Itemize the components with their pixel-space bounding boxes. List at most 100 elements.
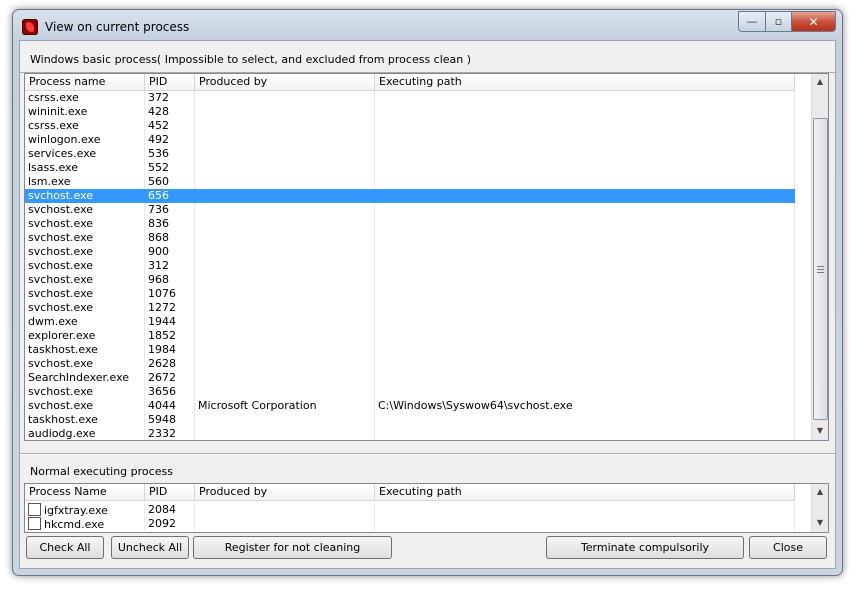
cell-pid: 736 <box>145 203 195 217</box>
column-header-process-name[interactable]: Process name <box>25 74 145 90</box>
cell-pid: 4044 <box>145 399 195 413</box>
cell-path <box>375 189 795 203</box>
cell-by <box>195 91 375 105</box>
cell-name: svchost.exe <box>25 245 145 259</box>
cell-pid: 1272 <box>145 301 195 315</box>
title-bar[interactable]: View on current process — ▫ ✕ <box>13 10 842 40</box>
process-row: SearchIndexer.exe 2672 <box>25 371 795 385</box>
column-header-executing-path[interactable]: Executing path <box>375 74 795 90</box>
close-button[interactable]: Close <box>749 536 827 559</box>
cell-path <box>375 147 795 161</box>
cell-path <box>375 357 795 371</box>
window-title: View on current process <box>45 20 190 34</box>
column-header-produced-by[interactable]: Produced by <box>195 74 375 90</box>
cell-name: hkcmd.exe <box>25 517 145 531</box>
cell-pid: 900 <box>145 245 195 259</box>
cell-name: svchost.exe <box>25 273 145 287</box>
row-checkbox[interactable] <box>28 517 41 530</box>
cell-pid: 560 <box>145 175 195 189</box>
cell-name: explorer.exe <box>25 329 145 343</box>
cell-pid: 1076 <box>145 287 195 301</box>
cell-name: svchost.exe <box>25 399 145 413</box>
row-checkbox[interactable] <box>28 503 41 516</box>
cell-name: svchost.exe <box>25 357 145 371</box>
process-row: services.exe 536 <box>25 147 795 161</box>
register-not-cleaning-button[interactable]: Register for not cleaning <box>193 536 392 559</box>
close-window-button[interactable]: ✕ <box>792 11 836 32</box>
cell-path: C:\Windows\Syswow64\svchost.exe <box>375 399 795 413</box>
process-row: svchost.exe 2628 <box>25 357 795 371</box>
cell-pid: 1984 <box>145 343 195 357</box>
process-row: svchost.exe 3656 <box>25 385 795 399</box>
cell-name: svchost.exe <box>25 287 145 301</box>
cell-pid: 5948 <box>145 413 195 427</box>
cell-pid: 968 <box>145 273 195 287</box>
normal-process-group-title: Normal executing process <box>20 457 835 481</box>
normal-process-list[interactable]: Process Name PID Produced by Executing p… <box>24 483 829 533</box>
check-all-button[interactable]: Check All <box>26 536 104 559</box>
column-header-produced-by[interactable]: Produced by <box>195 484 375 500</box>
cell-name: svchost.exe <box>25 231 145 245</box>
cell-by <box>195 147 375 161</box>
process-row: wininit.exe 428 <box>25 105 795 119</box>
cell-by <box>195 105 375 119</box>
cell-pid: 372 <box>145 91 195 105</box>
cell-by <box>195 385 375 399</box>
normal-process-row[interactable]: hkcmd.exe 2092 <box>25 517 795 531</box>
cell-by <box>195 245 375 259</box>
process-row: svchost.exe 1272 <box>25 301 795 315</box>
basic-process-group-title: Windows basic process( Impossible to sel… <box>20 46 835 73</box>
cell-by <box>195 427 375 440</box>
scroll-up-icon[interactable]: ▲ <box>812 74 828 90</box>
cell-name: svchost.exe <box>25 385 145 399</box>
minimize-button[interactable]: — <box>738 11 766 32</box>
process-row: svchost.exe 1076 <box>25 287 795 301</box>
caption-buttons: — ▫ ✕ <box>738 11 836 32</box>
cell-pid: 868 <box>145 231 195 245</box>
process-row: svchost.exe 312 <box>25 259 795 273</box>
cell-name: services.exe <box>25 147 145 161</box>
process-name-text: igfxtray.exe <box>44 504 108 517</box>
basic-list-header: Process name PID Produced by Executing p… <box>25 74 795 91</box>
cell-path <box>375 287 795 301</box>
close-icon: ✕ <box>808 14 819 29</box>
cell-path <box>375 203 795 217</box>
column-header-pid[interactable]: PID <box>145 74 195 90</box>
basic-process-list[interactable]: Process name PID Produced by Executing p… <box>24 73 829 441</box>
column-header-process-name[interactable]: Process Name <box>25 484 145 500</box>
cell-pid: 2332 <box>145 427 195 440</box>
cell-by <box>195 161 375 175</box>
process-row: svchost.exe 900 <box>25 245 795 259</box>
cell-by <box>195 217 375 231</box>
cell-pid: 452 <box>145 119 195 133</box>
normal-list-scrollbar[interactable]: ▲ ▼ <box>811 484 828 532</box>
process-row: csrss.exe 452 <box>25 119 795 133</box>
cell-name: svchost.exe <box>25 203 145 217</box>
scroll-up-icon[interactable]: ▲ <box>812 484 828 500</box>
basic-process-label: Windows basic process( Impossible to sel… <box>30 53 472 66</box>
process-row: lsass.exe 552 <box>25 161 795 175</box>
maximize-button[interactable]: ▫ <box>766 11 792 32</box>
scroll-down-icon[interactable]: ▼ <box>812 515 828 531</box>
cell-path <box>375 259 795 273</box>
cell-pid: 536 <box>145 147 195 161</box>
cell-name: igfxtray.exe <box>25 503 145 517</box>
cell-pid: 312 <box>145 259 195 273</box>
normal-process-row[interactable]: igfxtray.exe 2084 <box>25 503 795 517</box>
scroll-down-icon[interactable]: ▼ <box>812 423 828 439</box>
cell-name: svchost.exe <box>25 301 145 315</box>
basic-list-rows: csrss.exe 372 wininit.exe 428 csrss.exe 452 wi… <box>25 91 795 440</box>
uncheck-all-button[interactable]: Uncheck All <box>111 536 189 559</box>
process-row: lsm.exe 560 <box>25 175 795 189</box>
column-header-executing-path[interactable]: Executing path <box>375 484 795 500</box>
cell-by: Microsoft Corporation <box>195 399 375 413</box>
cell-by <box>195 259 375 273</box>
terminate-compulsorily-button[interactable]: Terminate compulsorily <box>546 536 744 559</box>
cell-pid: 492 <box>145 133 195 147</box>
scroll-thumb[interactable] <box>813 118 828 420</box>
column-header-pid[interactable]: PID <box>145 484 195 500</box>
cell-name: audiodg.exe <box>25 427 145 440</box>
cell-name: svchost.exe <box>25 217 145 231</box>
cell-name: svchost.exe <box>25 259 145 273</box>
basic-list-scrollbar[interactable]: ▲ ▼ <box>811 74 828 440</box>
